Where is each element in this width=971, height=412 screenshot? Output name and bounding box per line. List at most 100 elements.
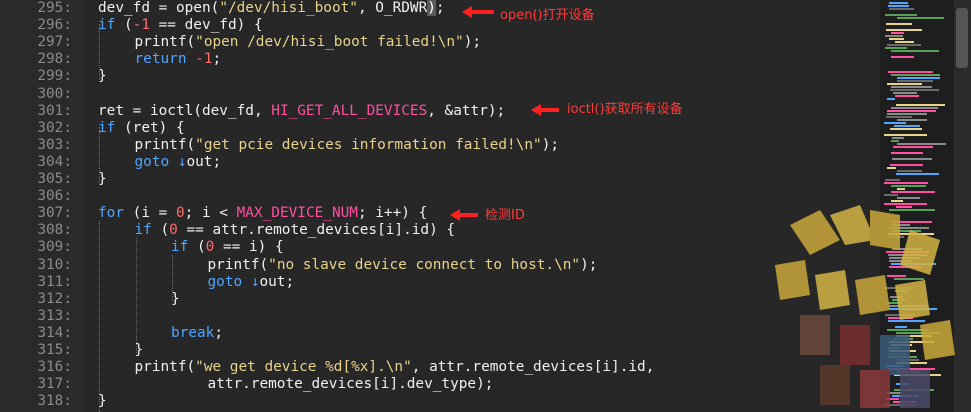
annotation-arrow-head (462, 6, 472, 18)
code-token: ret = ioctl(dev_fd, (98, 103, 271, 119)
line-number: 301: (0, 103, 72, 120)
minimap-line (895, 95, 919, 97)
line-number: 309: (0, 239, 72, 256)
line-number: 307: (0, 205, 72, 222)
code-text: printf("open /dev/hisi_boot failed!\n"); (135, 34, 482, 51)
scrollbar-thumb[interactable] (956, 8, 968, 68)
minimap-line (884, 182, 928, 184)
line-number: 295: (0, 0, 72, 17)
code-line[interactable]: 318:} (0, 393, 880, 410)
code-editor[interactable]: 295: dev_fd = open("/dev/hisi_boot", O_RD… (0, 0, 880, 412)
code-line[interactable]: 301: ret = ioctl(dev_fd, HI_GET_ALL_DEVIC… (0, 103, 880, 120)
code-line[interactable]: 313: (0, 308, 880, 325)
code-token: open (176, 0, 211, 16)
minimap-line (890, 128, 922, 130)
minimap-line (897, 17, 944, 19)
code-token: ); (542, 137, 559, 153)
minimap-line (884, 134, 927, 136)
code-line[interactable]: 310: printf("no slave device connect to h… (0, 257, 880, 274)
minimap-line (885, 35, 903, 37)
code-text: if (-1 == dev_fd) { (98, 17, 263, 34)
code-line[interactable]: 307: for (i = 0; i < MAX_DEVICE_NUM; i++)… (0, 205, 880, 222)
minimap-line (897, 143, 946, 145)
annotation-arrow-head (450, 209, 460, 221)
line-number: 306: (0, 188, 72, 205)
code-line[interactable]: 315:} (0, 342, 880, 359)
code-line[interactable]: 306: (0, 188, 880, 205)
minimap-line (897, 170, 922, 172)
code-token: == dev_fd) { (150, 17, 263, 33)
code-line[interactable]: 305:} (0, 171, 880, 188)
code-line[interactable]: 298: return -1; (0, 51, 880, 68)
code-line[interactable]: 296: if (-1 == dev_fd) { (0, 17, 880, 34)
minimap-line (893, 92, 917, 94)
minimap-line (891, 107, 938, 109)
code-token: if (171, 239, 188, 255)
indent-guide (136, 238, 137, 353)
code-line[interactable]: 299:} (0, 68, 880, 85)
minimap-line (889, 38, 904, 40)
line-number: 310: (0, 257, 72, 274)
code-token: ( (152, 222, 169, 238)
annotation-arrow (458, 213, 478, 217)
minimap-line (892, 158, 932, 160)
indent-guide (99, 221, 100, 412)
code-token: for (98, 205, 124, 221)
code-token: ↓ (242, 274, 259, 290)
line-number: 317: (0, 376, 72, 393)
code-token: HI_GET_ALL_DEVICES (271, 103, 427, 119)
line-number: 308: (0, 222, 72, 239)
code-line[interactable]: 317: attr.remote_devices[i].dev_type); (0, 376, 880, 393)
code-token: if (98, 120, 115, 136)
code-line[interactable]: 303: printf("get pcie devices information… (0, 137, 880, 154)
line-number: 315: (0, 342, 72, 359)
code-line[interactable]: 300: (0, 86, 880, 103)
code-text: goto ↓out; (208, 274, 295, 291)
code-text: if (0 == i) { (171, 239, 284, 256)
line-number: 299: (0, 68, 72, 85)
code-token: ; (212, 51, 221, 67)
minimap-line (886, 116, 912, 118)
code-text: printf("no slave device connect to host.… (208, 257, 598, 274)
code-token: (ret) { (115, 120, 184, 136)
watermark-figures (760, 185, 960, 410)
code-text: for (i = 0; i < MAX_DEVICE_NUM; i++) { (98, 205, 427, 222)
line-number: 318: (0, 393, 72, 410)
code-line[interactable]: 297: printf("open /dev/hisi_boot failed!\… (0, 34, 880, 51)
code-token: "no slave device connect to host.\n" (268, 257, 580, 273)
minimap-line (888, 5, 909, 7)
annotation-arrow (539, 108, 559, 112)
code-text: printf("get pcie devices information fai… (135, 137, 560, 154)
code-line[interactable]: 302: if (ret) { (0, 120, 880, 137)
minimap-line (891, 152, 923, 154)
code-line[interactable]: 314: break; (0, 325, 880, 342)
code-line[interactable]: 308: if (0 == attr.remote_devices[i].id) … (0, 222, 880, 239)
code-token: "we get device %d[%x].\n" (195, 359, 412, 375)
line-number: 300: (0, 86, 72, 103)
minimap-line (897, 80, 933, 82)
code-text: goto ↓out; (135, 154, 222, 171)
code-token: dev_fd = (98, 0, 176, 16)
code-line[interactable]: 316: printf("we get device %d[%x].\n", at… (0, 359, 880, 376)
code-token: attr.remote_devices[i].dev_type); (208, 376, 494, 392)
minimap-line (897, 119, 927, 121)
code-token: out; (259, 274, 294, 290)
code-token: ; i < (185, 205, 237, 221)
indent-guide (99, 127, 100, 185)
line-number: 316: (0, 359, 72, 376)
code-token: printf( (135, 359, 196, 375)
code-line[interactable]: 312:} (0, 291, 880, 308)
minimap-line (884, 122, 906, 124)
code-line[interactable]: 309: if (0 == i) { (0, 239, 880, 256)
code-text: printf("we get device %d[%x].\n", attr.r… (135, 359, 655, 376)
annotation-ioctl: ioctl()获取所有设备 (567, 98, 683, 117)
code-text: ret = ioctl(dev_fd, HI_GET_ALL_DEVICES, … (98, 103, 505, 120)
minimap-line (885, 47, 907, 49)
code-line[interactable]: 311: goto ↓out; (0, 274, 880, 291)
code-token: break (171, 325, 214, 341)
annotation-open: open()打开设备 (500, 4, 595, 23)
line-number: 302: (0, 120, 72, 137)
code-line[interactable]: 295: dev_fd = open("/dev/hisi_boot", O_RD… (0, 0, 880, 17)
code-text: dev_fd = open("/dev/hisi_boot", O_RDWR); (98, 0, 445, 17)
code-line[interactable]: 304: goto ↓out; (0, 154, 880, 171)
